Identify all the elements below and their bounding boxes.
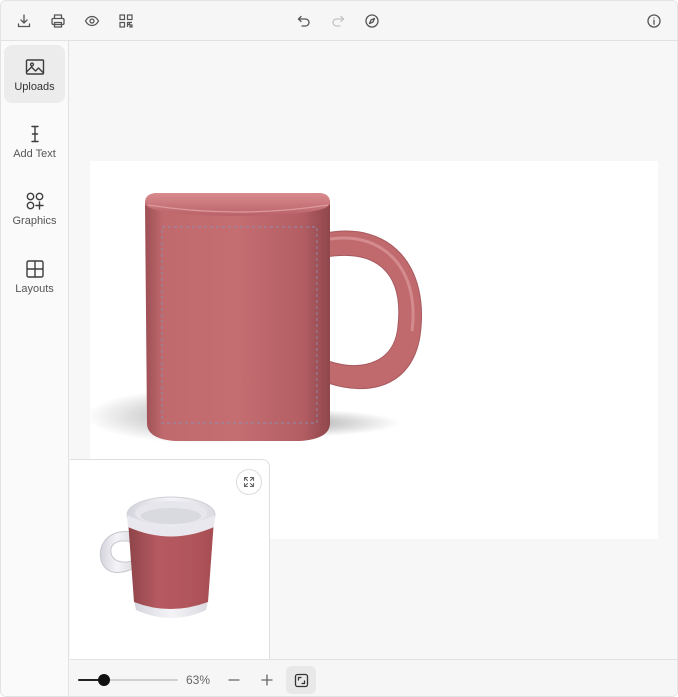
top-toolbar bbox=[1, 1, 677, 41]
print-icon[interactable] bbox=[46, 9, 70, 33]
sidebar-item-label: Layouts bbox=[15, 282, 54, 295]
info-icon[interactable] bbox=[642, 9, 666, 33]
redo-icon[interactable] bbox=[326, 9, 350, 33]
sidebar-item-label: Graphics bbox=[12, 214, 57, 227]
grid-icon bbox=[25, 259, 44, 278]
tools-sidebar: Uploads Add Text Graphics Layouts bbox=[1, 41, 69, 696]
text-cursor-icon bbox=[30, 125, 39, 142]
zoom-in-icon[interactable] bbox=[256, 669, 278, 691]
sidebar-item-add-text[interactable]: Add Text bbox=[4, 112, 65, 170]
zoom-bar: 63% bbox=[70, 659, 677, 696]
image-icon bbox=[25, 58, 44, 75]
fit-to-screen-icon[interactable] bbox=[286, 666, 316, 694]
sidebar-item-layouts[interactable]: Layouts bbox=[4, 247, 65, 305]
sidebar-item-label: Uploads bbox=[14, 80, 55, 93]
zoom-out-icon[interactable] bbox=[223, 669, 245, 691]
zoom-slider[interactable] bbox=[78, 674, 178, 686]
qr-code-icon[interactable] bbox=[114, 9, 138, 33]
mug-3d-preview bbox=[99, 496, 216, 618]
editor-window: Uploads Add Text Graphics Layouts 63% bbox=[0, 0, 678, 697]
sidebar-item-graphics[interactable]: Graphics bbox=[4, 179, 65, 237]
sidebar-item-label: Add Text bbox=[13, 147, 56, 160]
compass-icon[interactable] bbox=[360, 9, 384, 33]
eye-icon[interactable] bbox=[80, 9, 104, 33]
undo-icon[interactable] bbox=[292, 9, 316, 33]
download-icon[interactable] bbox=[12, 9, 36, 33]
shapes-icon bbox=[26, 192, 44, 210]
zoom-percent: 63% bbox=[186, 673, 211, 687]
zoom-slider-thumb[interactable] bbox=[98, 674, 110, 686]
3d-preview-panel[interactable] bbox=[70, 459, 270, 659]
sidebar-item-uploads[interactable]: Uploads bbox=[4, 45, 65, 103]
